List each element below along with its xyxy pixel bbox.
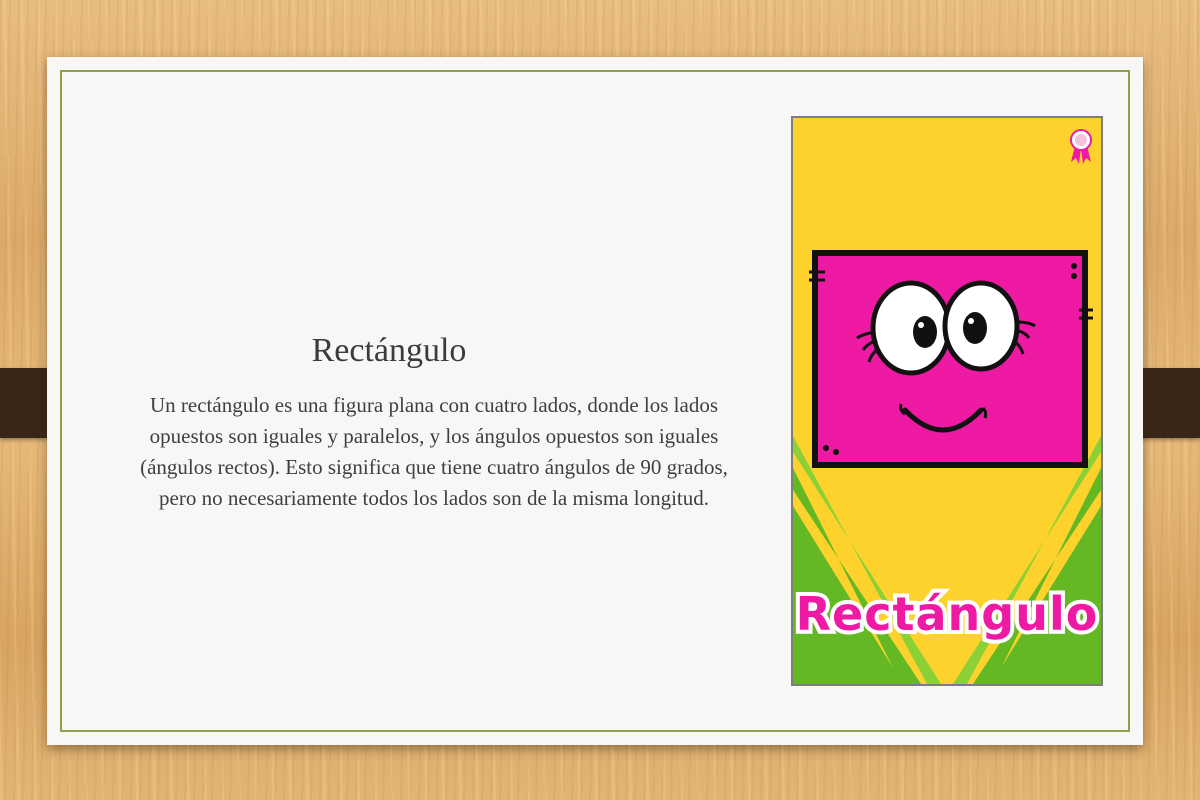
slide-title: Rectángulo bbox=[311, 332, 467, 369]
rectangle-character bbox=[809, 250, 1093, 468]
illustration-caption: Rectángulo bbox=[796, 587, 1099, 641]
slide-body-text: Un rectángulo es una figura plana con cu… bbox=[140, 393, 728, 510]
slide-card: Rectángulo Un rectángulo es una figura p… bbox=[47, 57, 1143, 745]
rectangle-illustration: Rectángulo bbox=[791, 116, 1103, 686]
